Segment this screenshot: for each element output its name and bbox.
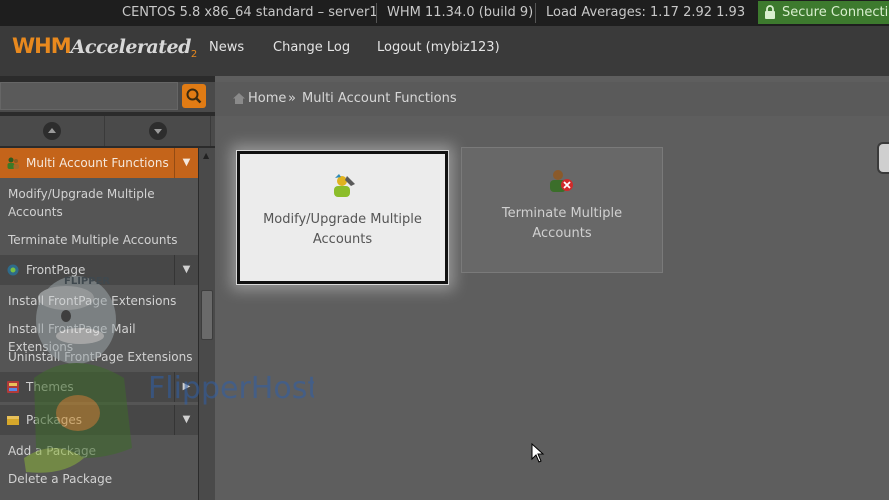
search-input[interactable] [0, 82, 178, 110]
modify-accounts-icon [334, 174, 355, 197]
sidebar-item-add-package[interactable]: Add a Package [8, 442, 194, 460]
mouse-cursor-icon [531, 443, 545, 463]
search-icon [186, 88, 202, 104]
sidebar-item-uninstall-fp-extensions[interactable]: Uninstall FrontPage Extensions [8, 348, 194, 366]
breadcrumb-separator: » [288, 91, 296, 106]
sidebar-section-frontpage[interactable]: FrontPage ▼ [0, 255, 198, 285]
themes-icon [7, 381, 19, 393]
scroll-up-button[interactable] [0, 116, 105, 146]
sidebar-menu: Multi Account Functions ▼ Modify/Upgrade… [0, 148, 198, 500]
collapse-toggle-icon[interactable]: ▼ [174, 405, 198, 435]
feedback-tab[interactable] [877, 142, 889, 174]
expand-toggle-icon[interactable]: ▶ [174, 372, 198, 402]
logo-number: 2 [190, 49, 198, 61]
scrollbar-thumb[interactable] [201, 290, 213, 340]
status-divider [376, 3, 377, 23]
scroll-down-button[interactable] [106, 116, 211, 146]
card-label: Terminate Multiple Accounts [501, 206, 623, 241]
sidebar-item-install-fp-extensions[interactable]: Install FrontPage Extensions [8, 292, 194, 310]
sidebar-section-packages[interactable]: Packages ▼ [0, 405, 198, 435]
breadcrumb-current: Multi Account Functions [302, 91, 457, 106]
secure-connection-badge: Secure Connection [758, 1, 889, 24]
whm-logo[interactable]: WHMAccelerated2 [12, 34, 197, 68]
modify-upgrade-multiple-card[interactable]: Modify/Upgrade Multiple Accounts [236, 150, 449, 285]
arrow-down-icon [154, 129, 162, 134]
logo-whm: WHM [12, 34, 72, 58]
server-info: CENTOS 5.8 x86_64 standard – server1 [122, 5, 378, 20]
sidebar-section-title: FrontPage [26, 263, 86, 277]
collapse-toggle-icon[interactable]: ▼ [174, 148, 198, 178]
sidebar-item-delete-package[interactable]: Delete a Package [8, 470, 194, 488]
logo-accelerated: Accelerated [70, 36, 192, 58]
nav-logout[interactable]: Logout (mybiz123) [377, 40, 500, 55]
arrow-up-icon [48, 128, 56, 133]
users-icon [7, 157, 19, 169]
sidebar-section-multi-account[interactable]: Multi Account Functions ▼ [0, 148, 198, 178]
sidebar-search [0, 82, 215, 112]
header: WHMAccelerated2 News Change Log Logout (… [0, 26, 889, 76]
breadcrumb-home[interactable]: Home [248, 82, 286, 116]
terminate-multiple-card[interactable]: Terminate Multiple Accounts [461, 147, 663, 273]
terminate-accounts-icon [550, 170, 573, 192]
main-content [215, 76, 889, 500]
search-button[interactable] [182, 84, 206, 108]
frontpage-icon [7, 264, 19, 276]
card-label: Modify/Upgrade Multiple Accounts [263, 212, 422, 247]
sidebar-section-themes[interactable]: Themes ▶ [0, 372, 198, 402]
sidebar-item-terminate[interactable]: Terminate Multiple Accounts [8, 231, 194, 249]
sidebar-section-title: Multi Account Functions [26, 156, 169, 170]
collapse-toggle-icon[interactable]: ▼ [174, 255, 198, 285]
sidebar-item-modify-upgrade[interactable]: Modify/Upgrade Multiple Accounts [8, 185, 194, 221]
version-info: WHM 11.34.0 (build 9) [387, 5, 534, 20]
scroll-up-icon[interactable]: ▲ [203, 151, 209, 160]
home-icon [233, 93, 245, 104]
load-averages: Load Averages: 1.17 2.92 1.93 [546, 5, 746, 20]
secure-label: Secure Connection [782, 5, 889, 20]
status-bar: CENTOS 5.8 x86_64 standard – server1 WHM… [0, 0, 889, 26]
package-icon [7, 416, 19, 425]
status-divider [535, 3, 536, 23]
sidebar-section-title: Packages [26, 413, 82, 427]
sidebar-section-title: Themes [26, 380, 74, 394]
nav-change-log[interactable]: Change Log [273, 40, 350, 55]
breadcrumb: Home » Multi Account Functions [215, 82, 889, 116]
sidebar-scroll-buttons [0, 116, 215, 146]
lock-icon [765, 5, 775, 19]
sidebar-scrollbar[interactable]: ▲ [199, 148, 215, 500]
nav-news[interactable]: News [209, 40, 244, 55]
